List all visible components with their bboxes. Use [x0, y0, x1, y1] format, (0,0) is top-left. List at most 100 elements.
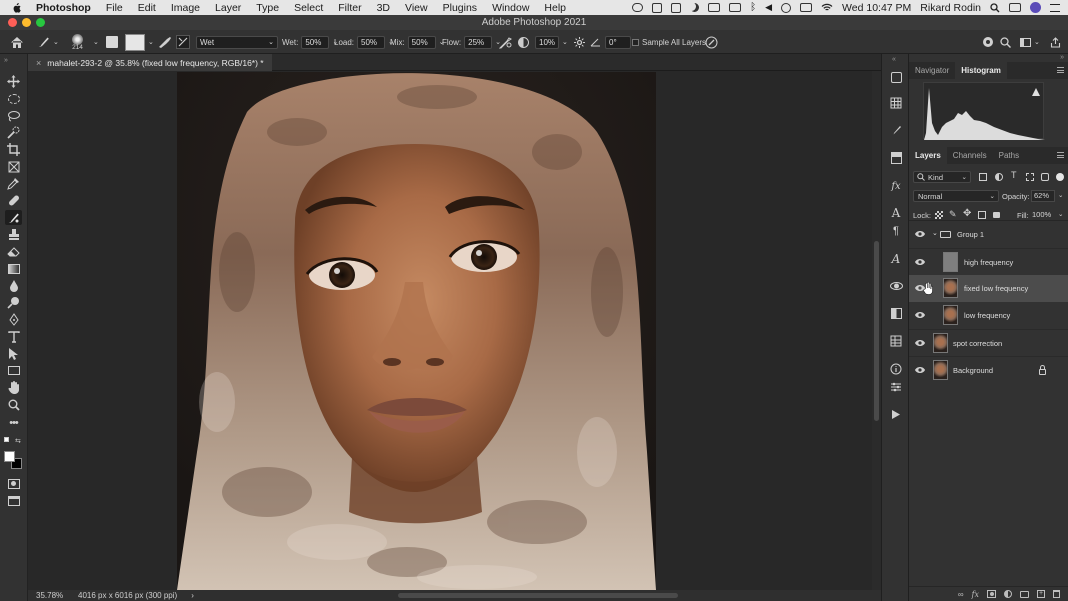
load-brush-button[interactable] [158, 30, 172, 54]
tab-paths[interactable]: Paths [993, 147, 1025, 164]
sample-all-layers-checkbox[interactable]: Sample All Layers [632, 30, 706, 54]
info-panel-button[interactable] [889, 362, 903, 376]
new-group-icon[interactable] [1020, 590, 1029, 598]
home-button[interactable] [10, 30, 24, 54]
lock-position-icon[interactable]: ✥ [963, 208, 971, 219]
volume-icon[interactable]: ◀ [765, 2, 772, 13]
vertical-scroll-thumb[interactable] [874, 241, 879, 421]
lock-transparent-pixels-icon[interactable] [935, 211, 943, 219]
frame-tool[interactable] [5, 159, 22, 174]
vertical-scrollbar[interactable] [872, 71, 881, 590]
menu-filter[interactable]: Filter [338, 2, 361, 14]
hand-tool[interactable] [5, 380, 22, 395]
menu-select[interactable]: Select [294, 2, 323, 14]
airplay-icon[interactable] [800, 3, 813, 12]
menu-help[interactable]: Help [544, 2, 566, 14]
apple-menu-icon[interactable] [12, 2, 21, 13]
menu-app-name[interactable]: Photoshop [36, 2, 91, 14]
spotlight-icon[interactable] [990, 2, 1000, 13]
history-panel-button[interactable] [889, 70, 903, 84]
blur-tool[interactable] [5, 278, 22, 293]
menu-user[interactable]: Rikard Rodin [920, 2, 981, 14]
load-input[interactable]: 50% [357, 35, 386, 49]
foreground-color-swatch[interactable] [4, 451, 15, 462]
visibility-eye-icon[interactable] [915, 339, 925, 347]
dodge-tool[interactable] [5, 295, 22, 310]
type-tool[interactable] [5, 329, 22, 344]
filter-adjustment-layers-icon[interactable] [995, 173, 1003, 181]
learn-button[interactable] [982, 30, 995, 54]
opacity-input[interactable]: 62% [1031, 190, 1055, 202]
close-tab-icon[interactable]: × [36, 58, 41, 68]
tab-layers[interactable]: Layers [909, 147, 947, 164]
menu-plugins[interactable]: Plugins [443, 2, 477, 14]
smoothing-options-button[interactable] [574, 30, 585, 54]
script-editor-icon[interactable] [652, 2, 663, 13]
zoom-level[interactable]: 35.78% [36, 591, 78, 600]
layer-row-low-frequency[interactable]: low frequency [909, 302, 1068, 329]
quick-mask-button[interactable] [5, 476, 22, 491]
mix-input[interactable]: 50% [407, 35, 436, 49]
histogram-panel-menu-icon[interactable] [1057, 67, 1064, 73]
grid-icon[interactable] [729, 3, 742, 12]
swap-colors-icon[interactable]: ⇆ [15, 437, 21, 445]
tab-histogram[interactable]: Histogram [955, 62, 1007, 79]
zoom-tool[interactable] [5, 397, 22, 412]
tool-preset-picker[interactable]: ⌄ [36, 30, 59, 54]
close-window-button[interactable] [8, 18, 17, 27]
bluetooth-icon[interactable]: ᛒ [750, 2, 756, 13]
time-machine-icon[interactable] [781, 2, 792, 13]
clone-source-panel-button[interactable] [889, 151, 903, 165]
mixer-brush-tool[interactable] [5, 210, 22, 225]
add-layer-style-icon[interactable]: fx [972, 590, 979, 599]
search-button[interactable] [1000, 30, 1011, 54]
lock-image-pixels-icon[interactable]: ✎ [949, 209, 957, 220]
zoom-window-button[interactable] [36, 18, 45, 27]
layer-row-spot-correction[interactable]: spot correction [909, 329, 1068, 356]
collapse-tools-icon[interactable]: » [4, 57, 8, 64]
current-brush-load-swatch[interactable]: ⌄ [125, 30, 154, 54]
expand-panels-icon[interactable]: « [892, 56, 896, 63]
creative-cloud-icon[interactable] [632, 3, 644, 12]
mix-preset-select[interactable]: Wet ⌄ [196, 30, 278, 54]
move-tool[interactable] [5, 74, 22, 89]
menu-edit[interactable]: Edit [138, 2, 156, 14]
wet-input[interactable]: 50% [301, 35, 330, 49]
rectangle-tool[interactable] [5, 363, 22, 378]
pressure-size-toggle[interactable] [705, 30, 718, 54]
lock-artboard-icon[interactable] [978, 211, 986, 219]
status-menu-chevron-icon[interactable]: › [191, 591, 194, 600]
crop-tool[interactable] [5, 142, 22, 157]
minimize-window-button[interactable] [22, 18, 31, 27]
share-button[interactable] [1050, 30, 1061, 54]
wifi-icon[interactable] [821, 3, 833, 12]
delete-layer-icon[interactable] [1053, 590, 1060, 598]
table-panel-button[interactable] [889, 334, 903, 348]
lock-all-icon[interactable] [993, 212, 1000, 218]
clone-stamp-tool[interactable] [5, 227, 22, 242]
lasso-tool[interactable] [5, 108, 22, 123]
gradient-tool[interactable] [5, 261, 22, 276]
link-layers-icon[interactable]: ∞ [958, 590, 964, 599]
actions-panel-button[interactable]: fx [889, 179, 903, 193]
brush-size-chevron-icon[interactable]: ⌄ [93, 30, 99, 54]
quick-selection-tool[interactable] [5, 125, 22, 140]
marquee-tool[interactable] [5, 91, 22, 106]
smoothing-input[interactable]: 10% [535, 35, 559, 49]
3d-panel-button[interactable] [889, 279, 903, 293]
siri-icon[interactable] [1030, 2, 1041, 13]
document-tab[interactable]: × mahalet-293-2 @ 35.8% (fixed low frequ… [28, 54, 272, 71]
visibility-eye-icon[interactable] [915, 366, 925, 374]
filter-type-layers-icon[interactable]: T [1011, 170, 1017, 180]
workspace-switcher[interactable]: ⌄ [1020, 30, 1040, 54]
properties-panel-button[interactable] [889, 380, 903, 394]
default-colors-icon[interactable] [4, 437, 9, 442]
brush-settings-toggle[interactable] [106, 30, 118, 54]
control-center-icon[interactable] [1009, 3, 1021, 12]
collapse-dock-icon[interactable]: » [1060, 54, 1064, 61]
chevron-down-icon[interactable]: ⌄ [932, 229, 938, 237]
paragraph-panel-button[interactable]: ¶ [889, 224, 903, 238]
document-canvas-photo[interactable] [177, 72, 656, 590]
path-selection-tool[interactable] [5, 346, 22, 361]
menu-layer[interactable]: Layer [215, 2, 241, 14]
